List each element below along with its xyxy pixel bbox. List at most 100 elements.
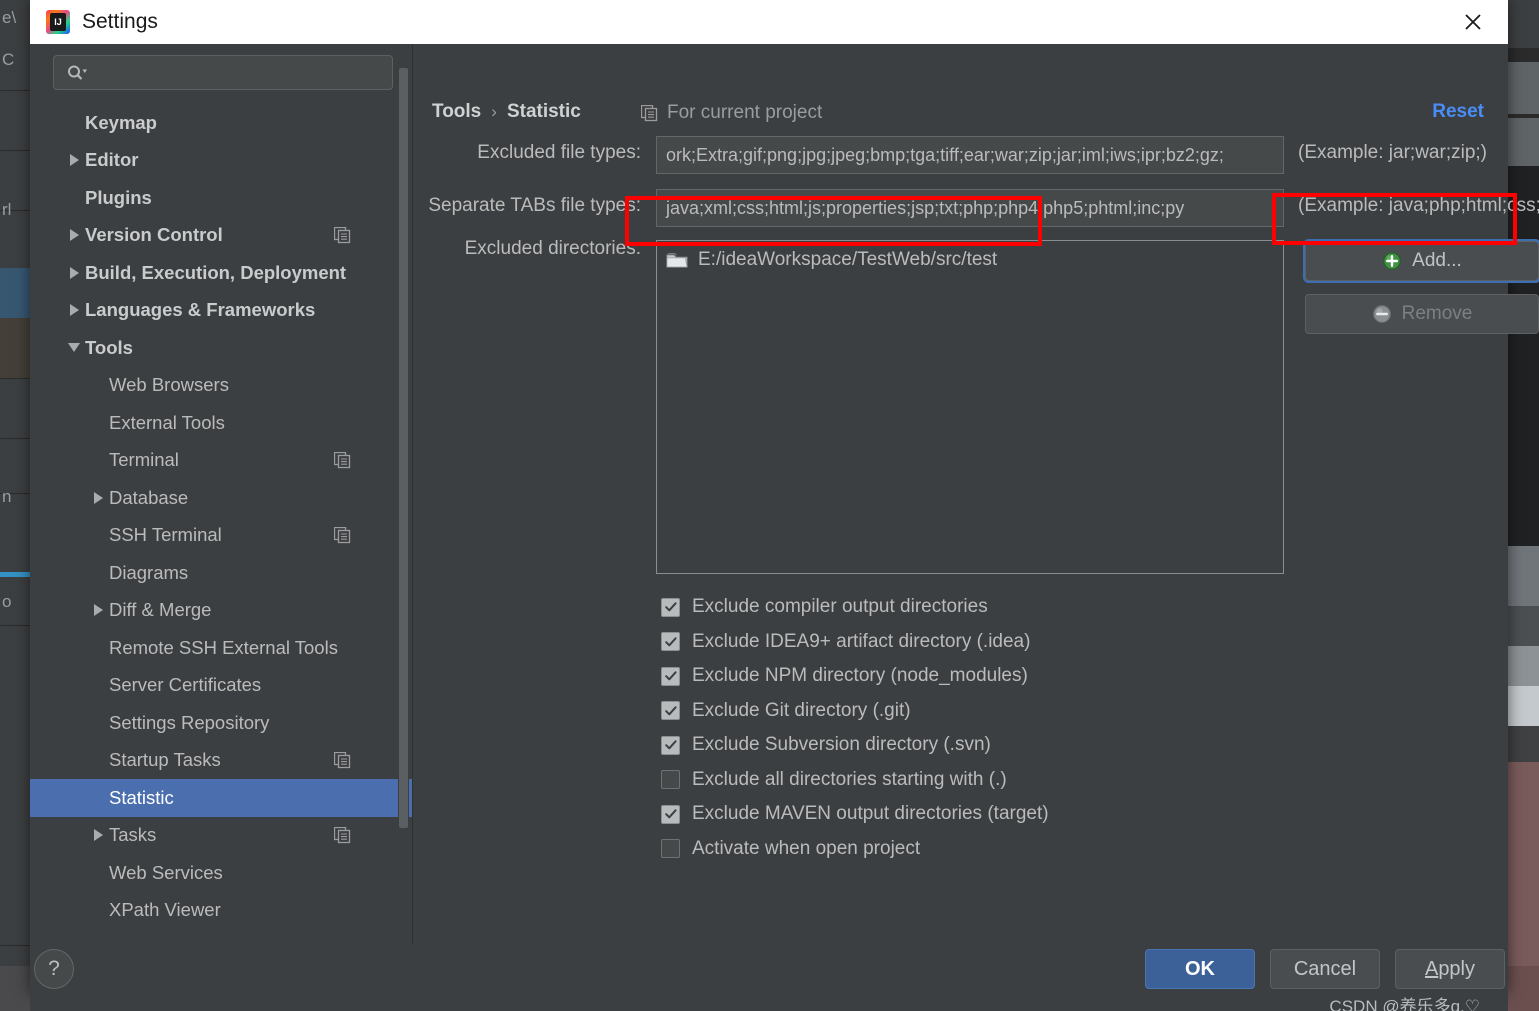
checkbox-exclude-maven-output-directories-target[interactable] xyxy=(661,804,680,824)
checkbox-exclude-npm-directory-node-modules[interactable] xyxy=(661,666,680,686)
apply-rest: pply xyxy=(1438,957,1476,980)
checkbox-activate-when-open-project[interactable] xyxy=(661,839,680,859)
sidebar-item-diff-merge[interactable]: Diff & Merge xyxy=(30,592,383,630)
checkbox-exclude-all-directories-starting-with[interactable] xyxy=(661,770,680,790)
sidebar-item-diagrams[interactable]: Diagrams xyxy=(30,554,383,592)
search-input[interactable] xyxy=(53,55,393,90)
sidebar-item-database[interactable]: Database xyxy=(30,479,383,517)
chevron-right-icon[interactable] xyxy=(87,487,109,509)
add-button[interactable]: Add... xyxy=(1303,239,1539,283)
sidebar-item-server-certificates[interactable]: Server Certificates xyxy=(30,667,383,705)
excluded-file-types-hint: (Example: jar;war;zip;) xyxy=(1298,142,1487,163)
background-text: C xyxy=(2,50,15,69)
sidebar-item-version-control[interactable]: Version Control xyxy=(30,217,383,255)
breadcrumb: Tools › Statistic xyxy=(432,101,581,123)
breadcrumb-parent[interactable]: Tools xyxy=(432,101,481,123)
remove-button[interactable]: Remove xyxy=(1305,294,1539,334)
sidebar-item-label: Server Certificates xyxy=(109,674,262,696)
sidebar-item-tasks[interactable]: Tasks xyxy=(30,817,383,855)
checkbox-row[interactable]: Exclude Subversion directory (.svn) xyxy=(661,728,1049,763)
checkbox-exclude-idea9-artifact-directory-idea[interactable] xyxy=(661,632,680,652)
sidebar-item-label: Tools xyxy=(85,336,133,358)
sidebar-item-settings-repository[interactable]: Settings Repository xyxy=(30,704,383,742)
list-item[interactable]: E:/ideaWorkspace/TestWeb/src/test xyxy=(657,241,1283,279)
checkbox-row[interactable]: Exclude IDEA9+ artifact directory (.idea… xyxy=(661,625,1049,660)
sidebar-item-keymap[interactable]: Keymap xyxy=(30,104,383,142)
sidebar-item-editor[interactable]: Editor xyxy=(30,142,383,180)
apply-button[interactable]: Apply xyxy=(1395,949,1505,989)
sidebar-item-web-services[interactable]: Web Services xyxy=(30,854,383,892)
settings-sidebar: Keymap Editor Plugins Version Control Build,… xyxy=(30,44,470,944)
checkbox-exclude-git-directory-git[interactable] xyxy=(661,701,680,721)
options-checkbox-list: Exclude compiler output directories Exclu… xyxy=(661,590,1049,866)
sidebar-item-plugins[interactable]: Plugins xyxy=(30,179,383,217)
settings-dialog: IJ Settings Keymap Editor Plugins Versio… xyxy=(30,0,1539,993)
chevron-right-icon[interactable] xyxy=(87,599,109,621)
project-scope-label: For current project xyxy=(667,102,823,123)
sidebar-item-label: Languages & Frameworks xyxy=(85,299,316,321)
sidebar-item-build-execution-deployment[interactable]: Build, Execution, Deployment xyxy=(30,254,383,292)
close-icon[interactable] xyxy=(1460,9,1486,35)
separate-tabs-file-types-hint: (Example: java;php;html;css;) xyxy=(1298,195,1539,216)
sidebar-item-label: Database xyxy=(109,486,189,508)
sidebar-item-terminal[interactable]: Terminal xyxy=(30,442,383,480)
folder-icon xyxy=(666,251,688,269)
list-item-label: E:/ideaWorkspace/TestWeb/src/test xyxy=(698,249,998,270)
minus-circle-icon xyxy=(1372,304,1392,324)
checkbox-exclude-subversion-directory-svn[interactable] xyxy=(661,735,680,755)
help-button[interactable]: ? xyxy=(34,949,74,989)
sidebar-item-label: Diagrams xyxy=(109,561,189,583)
checkbox-label: Exclude NPM directory (node_modules) xyxy=(692,665,1028,687)
ok-button[interactable]: OK xyxy=(1145,949,1255,989)
sidebar-item-label: Settings Repository xyxy=(109,711,270,733)
separate-tabs-file-types-input[interactable]: java;xml;css;html;js;properties;jsp;txt;… xyxy=(656,189,1284,227)
sidebar-item-tools[interactable]: Tools xyxy=(30,329,383,367)
reset-link[interactable]: Reset xyxy=(1432,101,1484,123)
chevron-down-icon[interactable] xyxy=(63,337,85,359)
sidebar-item-languages-frameworks[interactable]: Languages & Frameworks xyxy=(30,292,383,330)
checkbox-label: Activate when open project xyxy=(692,837,921,859)
excluded-file-types-label: Excluded file types: xyxy=(477,142,641,163)
checkbox-exclude-compiler-output-directories[interactable] xyxy=(661,597,680,617)
dialog-title-bar: IJ Settings xyxy=(30,0,1508,44)
separate-tabs-file-types-label: Separate TABs file types: xyxy=(428,195,641,216)
checkbox-row[interactable]: Exclude compiler output directories xyxy=(661,590,1049,625)
sidebar-item-web-browsers[interactable]: Web Browsers xyxy=(30,367,383,405)
checkbox-row[interactable]: Exclude NPM directory (node_modules) xyxy=(661,659,1049,694)
chevron-right-icon[interactable] xyxy=(63,224,85,246)
chevron-right-icon[interactable] xyxy=(63,262,85,284)
chevron-right-icon[interactable] xyxy=(87,824,109,846)
sidebar-item-ssh-terminal[interactable]: SSH Terminal xyxy=(30,517,383,555)
sidebar-item-label: Keymap xyxy=(85,111,157,133)
settings-content: Tools › Statistic For current project Re xyxy=(413,44,1539,944)
copy-icon xyxy=(333,451,351,469)
sidebar-item-startup-tasks[interactable]: Startup Tasks xyxy=(30,742,383,780)
dialog-body: Keymap Editor Plugins Version Control Build,… xyxy=(30,44,1539,944)
sidebar-item-xpath-viewer[interactable]: XPath Viewer xyxy=(30,892,383,930)
background-text: rl xyxy=(2,200,12,219)
copy-icon xyxy=(640,104,658,122)
excluded-directories-list[interactable]: E:/ideaWorkspace/TestWeb/src/test xyxy=(656,240,1284,574)
checkbox-label: Exclude Git directory (.git) xyxy=(692,699,911,721)
excluded-directories-label: Excluded directories: xyxy=(464,238,641,259)
checkbox-row[interactable]: Activate when open project xyxy=(661,832,1049,867)
excluded-file-types-input[interactable]: ork;Extra;gif;png;jpg;jpeg;bmp;tga;tiff;… xyxy=(656,136,1284,174)
sidebar-item-external-tools[interactable]: External Tools xyxy=(30,404,383,442)
sidebar-item-label: Startup Tasks xyxy=(109,749,221,771)
sidebar-item-remote-ssh-external-tools[interactable]: Remote SSH External Tools xyxy=(30,629,383,667)
sidebar-item-label: Version Control xyxy=(85,224,223,246)
checkbox-row[interactable]: Exclude MAVEN output directories (target… xyxy=(661,797,1049,832)
chevron-right-icon[interactable] xyxy=(63,149,85,171)
cancel-button[interactable]: Cancel xyxy=(1270,949,1380,989)
sidebar-item-label: Build, Execution, Deployment xyxy=(85,261,347,283)
logo-label: IJ xyxy=(50,13,66,31)
chevron-right-icon[interactable] xyxy=(63,299,85,321)
sidebar-item-label: Editor xyxy=(85,149,139,171)
checkbox-row[interactable]: Exclude all directories starting with (.… xyxy=(661,763,1049,798)
sidebar-scrollbar-thumb[interactable] xyxy=(399,68,408,828)
checkbox-row[interactable]: Exclude Git directory (.git) xyxy=(661,694,1049,729)
